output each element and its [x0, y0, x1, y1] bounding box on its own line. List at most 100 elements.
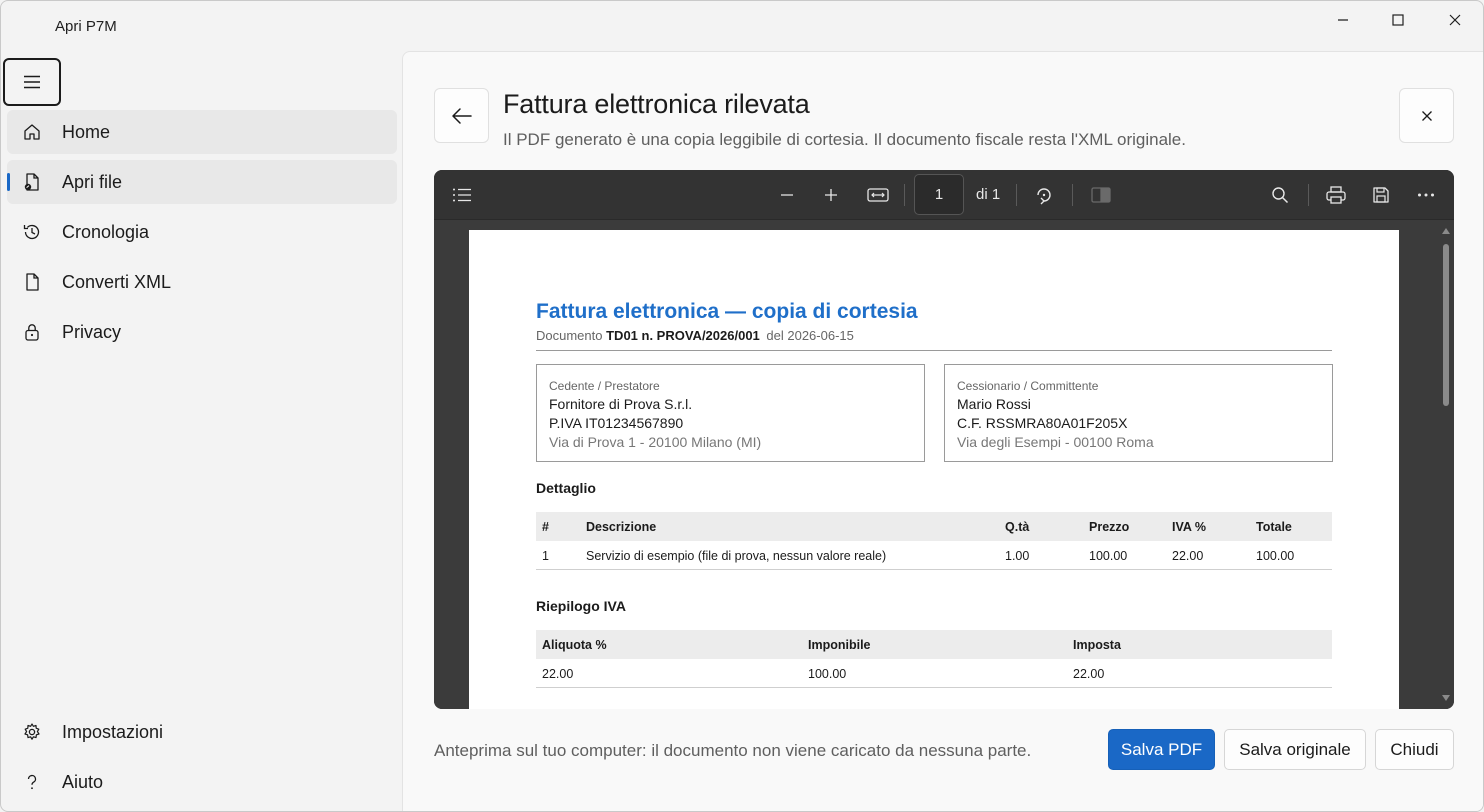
detail-heading: Dettaglio [536, 480, 596, 496]
seller-address: Via di Prova 1 - 20100 Milano (MI) [549, 434, 762, 450]
search-icon[interactable] [1267, 182, 1293, 208]
table-header: Aliquota % Imponibile Imposta [536, 630, 1332, 659]
page-subtitle: Il PDF generato è una copia leggibile di… [503, 130, 1186, 149]
column-header: Aliquota % [542, 638, 607, 652]
scroll-up-icon[interactable] [1441, 227, 1451, 235]
pdf-page: Fattura elettronica — copia di cortesia … [469, 230, 1399, 709]
sidebar-item-label: Cronologia [62, 222, 150, 242]
buyer-address: Via degli Esempi - 00100 Roma [957, 434, 1154, 450]
sidebar-item-label: Apri file [62, 172, 123, 192]
buyer-label: Cessionario / Committente [957, 379, 1099, 393]
toolbar-separator [1072, 184, 1073, 206]
sidebar-item-open-file[interactable]: Apri file [7, 160, 397, 204]
sidebar-item-history[interactable]: Cronologia [7, 210, 397, 254]
two-page-view-icon[interactable] [1088, 182, 1114, 208]
page-title: Fattura elettronica rilevata [503, 89, 810, 119]
lock-icon [21, 321, 43, 343]
close-icon [1449, 14, 1461, 26]
more-options-icon[interactable] [1413, 182, 1439, 208]
app-title: Apri P7M [55, 18, 117, 35]
document-meta-prefix: Documento [536, 328, 603, 343]
maximize-icon [1392, 14, 1404, 26]
pdf-toolbar: 1 di 1 [434, 170, 1454, 220]
page-count: di 1 [976, 186, 1001, 203]
page-number-input[interactable]: 1 [914, 174, 964, 215]
table-cell: 22.00 [1172, 549, 1204, 563]
sidebar-item-home[interactable]: Home [7, 110, 397, 154]
hamburger-icon [24, 75, 40, 89]
home-icon [21, 121, 43, 143]
scroll-thumb[interactable] [1443, 244, 1449, 406]
pdf-viewer: 1 di 1 Fattura elettronica — copia di co… [434, 170, 1454, 709]
document-title: Fattura elettronica — copia di cortesia [536, 300, 918, 323]
rotate-icon[interactable] [1031, 182, 1057, 208]
table-row: 22.00 100.00 22.00 [536, 659, 1332, 688]
sidebar-item-help[interactable]: Aiuto [7, 760, 397, 804]
maximize-button[interactable] [1370, 1, 1426, 39]
sidebar-item-label: Home [62, 122, 111, 142]
column-header: Totale [1256, 520, 1292, 534]
column-header: Prezzo [1089, 520, 1130, 534]
seller-box: Cedente / Prestatore Fornitore di Prova … [536, 364, 925, 462]
toolbar-separator [1308, 184, 1309, 206]
sidebar-item-convert-xml[interactable]: Converti XML [7, 260, 397, 304]
title-bar: Apri P7M [1, 1, 1483, 51]
seller-label: Cedente / Prestatore [549, 379, 660, 393]
pdf-page-area[interactable]: Fattura elettronica — copia di cortesia … [434, 220, 1454, 709]
close-icon [1421, 110, 1432, 121]
seller-vat: P.IVA IT01234567890 [549, 415, 684, 431]
gear-icon [21, 721, 43, 743]
table-header: # Descrizione Q.tà Prezzo IVA % Totale [536, 512, 1332, 541]
close-dialog-button[interactable] [1399, 88, 1454, 143]
arrow-left-icon [451, 107, 472, 124]
selection-indicator [7, 173, 10, 191]
column-header: Q.tà [1005, 520, 1030, 534]
sidebar-item-privacy[interactable]: Privacy [7, 310, 397, 354]
toolbar-separator [904, 184, 905, 206]
back-button[interactable] [434, 88, 489, 143]
minimize-button[interactable] [1315, 1, 1371, 39]
zoom-in-icon[interactable] [818, 182, 844, 208]
buyer-tax-code: C.F. RSSMRA80A01F205X [957, 415, 1128, 431]
table-cell: Servizio di esempio (file di prova, ness… [586, 549, 887, 563]
sidebar-item-label: Privacy [62, 322, 122, 342]
privacy-note: Anteprima sul tuo computer: il documento… [434, 741, 1032, 760]
help-icon [21, 771, 43, 793]
scroll-down-icon[interactable] [1441, 694, 1451, 702]
document-date: del 2026-06-15 [766, 328, 854, 343]
toolbar-separator [1016, 184, 1017, 206]
column-header: Imponibile [808, 638, 871, 652]
table-cell: 100.00 [1256, 549, 1295, 563]
close-button[interactable]: Chiudi [1375, 729, 1454, 770]
divider [536, 350, 1332, 351]
save-original-button[interactable]: Salva originale [1224, 729, 1366, 770]
document-number: TD01 n. PROVA/2026/001 [606, 328, 760, 343]
document-icon [21, 271, 43, 293]
table-cell: 1.00 [1005, 549, 1030, 563]
menu-toggle-button[interactable] [3, 58, 61, 106]
summary-heading: Riepilogo IVA [536, 598, 626, 614]
sidebar-item-label: Aiuto [62, 772, 104, 792]
save-icon[interactable] [1368, 182, 1394, 208]
document-meta: Documento TD01 n. PROVA/2026/001 del 202… [536, 328, 854, 343]
column-header: Imposta [1073, 638, 1121, 652]
minimize-icon [1338, 19, 1348, 21]
open-file-icon [21, 171, 43, 193]
print-icon[interactable] [1323, 182, 1349, 208]
sidebar-item-label: Impostazioni [62, 722, 164, 742]
history-icon [21, 221, 43, 243]
table-cell: 22.00 [542, 667, 574, 681]
save-pdf-button[interactable]: Salva PDF [1108, 729, 1215, 770]
contents-list-icon[interactable] [449, 182, 475, 208]
vertical-scrollbar[interactable] [1438, 220, 1454, 709]
column-header: Descrizione [586, 520, 657, 534]
fit-width-icon[interactable] [865, 182, 891, 208]
table-cell: 22.00 [1073, 667, 1105, 681]
close-window-button[interactable] [1427, 1, 1483, 39]
buyer-box: Cessionario / Committente Mario Rossi C.… [944, 364, 1333, 462]
buyer-name: Mario Rossi [957, 396, 1031, 412]
sidebar-item-label: Converti XML [62, 272, 172, 292]
sidebar-item-settings[interactable]: Impostazioni [7, 710, 397, 754]
zoom-out-icon[interactable] [774, 182, 800, 208]
content-panel: Fattura elettronica rilevata Il PDF gene… [402, 51, 1483, 811]
